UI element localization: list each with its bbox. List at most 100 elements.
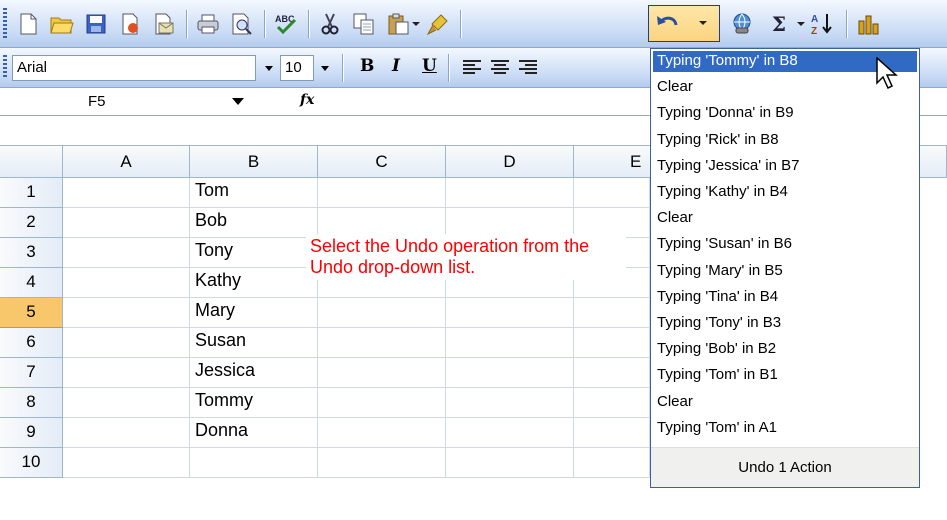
undo-button[interactable] bbox=[648, 5, 720, 42]
sheet-cell[interactable] bbox=[574, 328, 650, 358]
sheet-cell[interactable]: Jessica bbox=[190, 358, 318, 388]
font-size-box[interactable]: 10 bbox=[280, 55, 314, 81]
toolbar-grip[interactable] bbox=[3, 8, 7, 38]
column-header-d[interactable]: D bbox=[446, 146, 574, 178]
row-header[interactable]: 6 bbox=[0, 328, 63, 358]
undo-list-item[interactable]: Typing 'Bob' in B2 bbox=[653, 339, 917, 360]
sheet-cell[interactable] bbox=[63, 208, 190, 238]
font-name-dropdown[interactable] bbox=[260, 55, 278, 81]
undo-list-item[interactable]: Typing 'Tom' in A1 bbox=[653, 418, 917, 439]
sheet-cell[interactable] bbox=[318, 448, 446, 478]
sheet-cell[interactable] bbox=[63, 178, 190, 208]
sheet-cell[interactable]: Susan bbox=[190, 328, 318, 358]
sheet-cell[interactable] bbox=[63, 448, 190, 478]
undo-list-item[interactable]: Typing 'Jessica' in B7 bbox=[653, 156, 917, 177]
paste-dropdown-arrow[interactable] bbox=[412, 22, 420, 26]
row-header[interactable]: 4 bbox=[0, 268, 63, 298]
sheet-cell[interactable]: Tom bbox=[190, 178, 318, 208]
sheet-cell[interactable] bbox=[63, 388, 190, 418]
sheet-cell[interactable] bbox=[574, 418, 650, 448]
copy-icon[interactable] bbox=[350, 10, 378, 38]
undo-dropdown-arrow[interactable] bbox=[699, 21, 707, 25]
row-header[interactable]: 1 bbox=[0, 178, 63, 208]
sheet-cell[interactable] bbox=[63, 298, 190, 328]
undo-list-item[interactable]: Clear bbox=[653, 392, 917, 413]
format-painter-icon[interactable] bbox=[424, 10, 452, 38]
autosum-icon[interactable]: Σ bbox=[766, 10, 792, 38]
permission-icon[interactable] bbox=[116, 10, 144, 38]
font-size-dropdown[interactable] bbox=[316, 55, 334, 81]
align-center-icon[interactable] bbox=[486, 54, 514, 82]
sheet-cell[interactable] bbox=[318, 388, 446, 418]
sheet-cell[interactable] bbox=[574, 178, 650, 208]
open-icon[interactable] bbox=[48, 10, 76, 38]
undo-list-item[interactable]: Typing 'Donna' in B9 bbox=[653, 103, 917, 124]
sheet-cell[interactable] bbox=[63, 358, 190, 388]
sheet-cell[interactable]: Tommy bbox=[190, 388, 318, 418]
print-icon[interactable] bbox=[194, 10, 222, 38]
undo-list-item[interactable]: Typing 'Mary' in B5 bbox=[653, 261, 917, 282]
chart-wizard-icon[interactable] bbox=[855, 10, 883, 38]
sheet-cell[interactable] bbox=[63, 238, 190, 268]
select-all-corner[interactable] bbox=[0, 146, 63, 178]
sheet-cell[interactable] bbox=[574, 298, 650, 328]
undo-list-item[interactable]: Typing 'Susan' in B6 bbox=[653, 234, 917, 255]
undo-list-item[interactable]: Typing 'Rick' in B8 bbox=[653, 130, 917, 151]
font-name-box[interactable]: Arial bbox=[12, 55, 256, 81]
column-header-c[interactable]: C bbox=[318, 146, 446, 178]
sheet-cell[interactable]: Kathy bbox=[190, 268, 318, 298]
sheet-cell[interactable] bbox=[63, 268, 190, 298]
sheet-cell[interactable]: Bob bbox=[190, 208, 318, 238]
sheet-cell[interactable] bbox=[63, 418, 190, 448]
undo-list-item[interactable]: Typing 'Tina' in B4 bbox=[653, 287, 917, 308]
undo-list-item[interactable]: Clear bbox=[653, 208, 917, 229]
sheet-cell[interactable] bbox=[446, 388, 574, 418]
sheet-cell[interactable]: Tony bbox=[190, 238, 318, 268]
column-header-b[interactable]: B bbox=[190, 146, 318, 178]
undo-icon[interactable] bbox=[653, 9, 681, 37]
cut-icon[interactable] bbox=[316, 10, 344, 38]
sheet-cell[interactable] bbox=[318, 328, 446, 358]
undo-list-item[interactable]: Typing 'Tony' in B3 bbox=[653, 313, 917, 334]
sheet-cell[interactable] bbox=[574, 448, 650, 478]
italic-button[interactable]: I bbox=[392, 56, 400, 76]
row-header[interactable]: 7 bbox=[0, 358, 63, 388]
align-left-icon[interactable] bbox=[458, 54, 486, 82]
underline-button[interactable]: U bbox=[422, 56, 437, 76]
sheet-cell[interactable] bbox=[446, 178, 574, 208]
sheet-cell[interactable] bbox=[446, 418, 574, 448]
undo-list-item[interactable]: Typing 'Tom' in B1 bbox=[653, 365, 917, 386]
row-header[interactable]: 9 bbox=[0, 418, 63, 448]
row-header[interactable]: 2 bbox=[0, 208, 63, 238]
row-header[interactable]: 8 bbox=[0, 388, 63, 418]
sheet-cell[interactable] bbox=[63, 328, 190, 358]
sheet-cell[interactable] bbox=[190, 448, 318, 478]
sheet-cell[interactable] bbox=[318, 418, 446, 448]
sheet-cell[interactable] bbox=[318, 298, 446, 328]
align-right-icon[interactable] bbox=[514, 54, 542, 82]
row-header[interactable]: 3 bbox=[0, 238, 63, 268]
sheet-cell[interactable]: Mary bbox=[190, 298, 318, 328]
sheet-cell[interactable] bbox=[574, 388, 650, 418]
sort-ascending-icon[interactable]: AZ bbox=[808, 10, 836, 38]
print-preview-icon[interactable] bbox=[228, 10, 256, 38]
save-icon[interactable] bbox=[82, 10, 110, 38]
undo-list-item[interactable]: Typing 'Kathy' in B4 bbox=[653, 182, 917, 203]
sheet-cell[interactable] bbox=[446, 298, 574, 328]
sheet-cell[interactable] bbox=[446, 358, 574, 388]
hyperlink-icon[interactable] bbox=[728, 10, 756, 38]
sheet-cell[interactable] bbox=[318, 358, 446, 388]
row-header[interactable]: 10 bbox=[0, 448, 63, 478]
new-icon[interactable] bbox=[14, 10, 42, 38]
name-box-dropdown-arrow[interactable] bbox=[232, 98, 244, 105]
insert-function-icon[interactable]: fx bbox=[300, 92, 314, 108]
sheet-cell[interactable] bbox=[446, 448, 574, 478]
spelling-icon[interactable]: ABC bbox=[272, 10, 300, 38]
sheet-cell[interactable]: Donna bbox=[190, 418, 318, 448]
sheet-cell[interactable] bbox=[318, 178, 446, 208]
email-icon[interactable] bbox=[150, 10, 178, 38]
sheet-cell[interactable] bbox=[446, 328, 574, 358]
paste-icon[interactable] bbox=[384, 10, 412, 38]
sheet-cell[interactable] bbox=[574, 358, 650, 388]
column-header-a[interactable]: A bbox=[63, 146, 190, 178]
